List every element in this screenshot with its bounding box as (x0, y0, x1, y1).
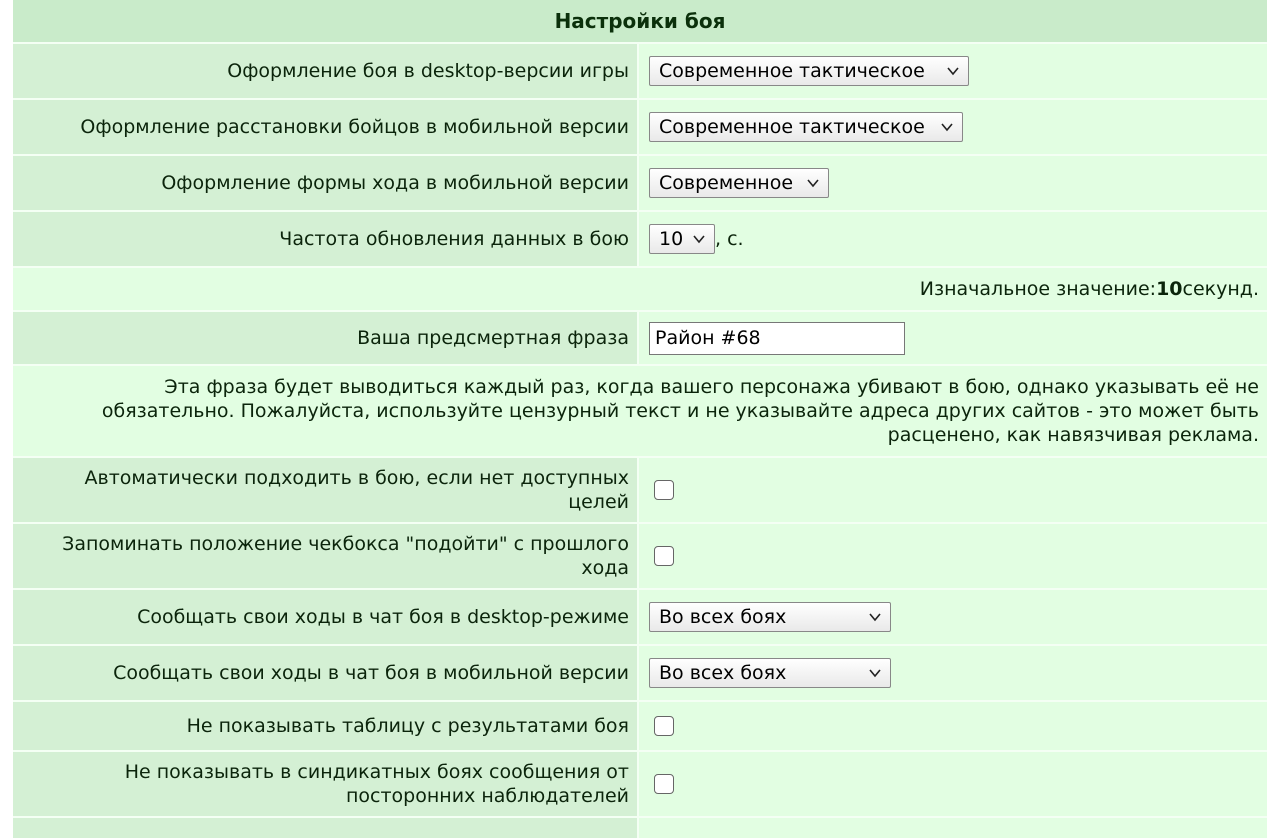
label-remember-approach: Запоминать положение чекбокса "подойти" … (13, 524, 637, 588)
mobile-move-form-value: Современное (659, 172, 794, 194)
label-auto-approach-line1: Автоматически подходить в бою, если нет … (84, 467, 630, 489)
chat-mobile-select[interactable]: Во всех боях (649, 658, 891, 688)
refresh-note-value: 10 (1156, 278, 1183, 300)
chevron-down-icon (693, 235, 705, 244)
refresh-note: Изначальное значение: 10 секунд. (13, 268, 1267, 312)
death-phrase-input[interactable]: Район #68 (649, 321, 905, 355)
chevron-down-icon (869, 669, 881, 678)
label-hide-observers-line1: Не показывать в синдикатных боях сообщен… (124, 761, 629, 783)
row-mobile-arrange: Оформление расстановки бойцов в мобильно… (13, 100, 1267, 156)
label-remember-approach-line1: Запоминать положение чекбокса "подойти" … (62, 533, 629, 555)
chat-desktop-select[interactable]: Во всех боях (649, 602, 891, 632)
label-desktop-style: Оформление боя в desktop-версии игры (13, 44, 637, 98)
chat-mobile-value: Во всех боях (659, 662, 787, 684)
mobile-arrange-select[interactable]: Современное тактическое (649, 112, 963, 142)
refresh-rate-value: 10 (659, 228, 684, 250)
row-remember-approach: Запоминать положение чекбокса "подойти" … (13, 524, 1267, 590)
row-next-partial (13, 818, 1267, 838)
refresh-rate-select[interactable]: 10 (649, 224, 715, 254)
row-chat-desktop: Сообщать свои ходы в чат боя в desktop-р… (13, 590, 1267, 646)
refresh-rate-unit: , с. (715, 228, 744, 250)
chevron-down-icon (869, 613, 881, 622)
desktop-style-select[interactable]: Современное тактическое (649, 56, 969, 86)
row-death-phrase: Ваша предсмертная фраза Район #68 (13, 312, 1267, 366)
label-remember-approach-line2: хода (581, 557, 629, 579)
label-chat-desktop: Сообщать свои ходы в чат боя в desktop-р… (13, 590, 637, 644)
refresh-note-prefix: Изначальное значение: (919, 278, 1157, 300)
chevron-down-icon (807, 179, 819, 188)
refresh-note-suffix: секунд. (1182, 278, 1259, 300)
label-mobile-move-form: Оформление формы хода в мобильной версии (13, 156, 637, 210)
chevron-down-icon (941, 123, 953, 132)
label-chat-mobile: Сообщать свои ходы в чат боя в мобильной… (13, 646, 637, 700)
label-auto-approach-line2: целей (568, 491, 629, 513)
chat-desktop-value: Во всех боях (659, 606, 787, 628)
label-mobile-arrange: Оформление расстановки бойцов в мобильно… (13, 100, 637, 154)
phrase-note-line3: расценено, как навязчивая реклама. (887, 424, 1259, 446)
section-title: Настройки боя (13, 0, 1267, 42)
phrase-note: Эта фраза будет выводиться каждый раз, к… (13, 366, 1267, 458)
mobile-arrange-value: Современное тактическое (659, 116, 925, 138)
row-hide-observers: Не показывать в синдикатных боях сообщен… (13, 752, 1267, 818)
battle-settings-table: Настройки боя Оформление боя в desktop-в… (13, 0, 1267, 838)
label-hide-results: Не показывать таблицу с результатами боя (13, 702, 637, 750)
label-refresh-rate: Частота обновления данных в бою (13, 212, 637, 266)
phrase-note-line1: Эта фраза будет выводиться каждый раз, к… (164, 376, 1259, 398)
mobile-move-form-select[interactable]: Современное (649, 168, 829, 198)
label-death-phrase: Ваша предсмертная фраза (13, 312, 637, 364)
row-refresh-rate: Частота обновления данных в бою 10 , с. (13, 212, 1267, 268)
hide-observers-checkbox[interactable] (654, 774, 674, 794)
label-hide-observers: Не показывать в синдикатных боях сообщен… (13, 752, 637, 816)
row-auto-approach: Автоматически подходить в бою, если нет … (13, 458, 1267, 524)
phrase-note-line2: обязательно. Пожалуйста, используйте цен… (101, 400, 1259, 422)
desktop-style-value: Современное тактическое (659, 60, 925, 82)
auto-approach-checkbox[interactable] (654, 480, 674, 500)
remember-approach-checkbox[interactable] (654, 546, 674, 566)
label-auto-approach: Автоматически подходить в бою, если нет … (13, 458, 637, 522)
chevron-down-icon (947, 67, 959, 76)
row-desktop-style: Оформление боя в desktop-версии игры Сов… (13, 44, 1267, 100)
hide-results-checkbox[interactable] (654, 716, 674, 736)
row-chat-mobile: Сообщать свои ходы в чат боя в мобильной… (13, 646, 1267, 702)
label-hide-observers-line2: посторонних наблюдателей (346, 785, 629, 807)
row-hide-results: Не показывать таблицу с результатами боя (13, 702, 1267, 752)
row-mobile-move-form: Оформление формы хода в мобильной версии… (13, 156, 1267, 212)
